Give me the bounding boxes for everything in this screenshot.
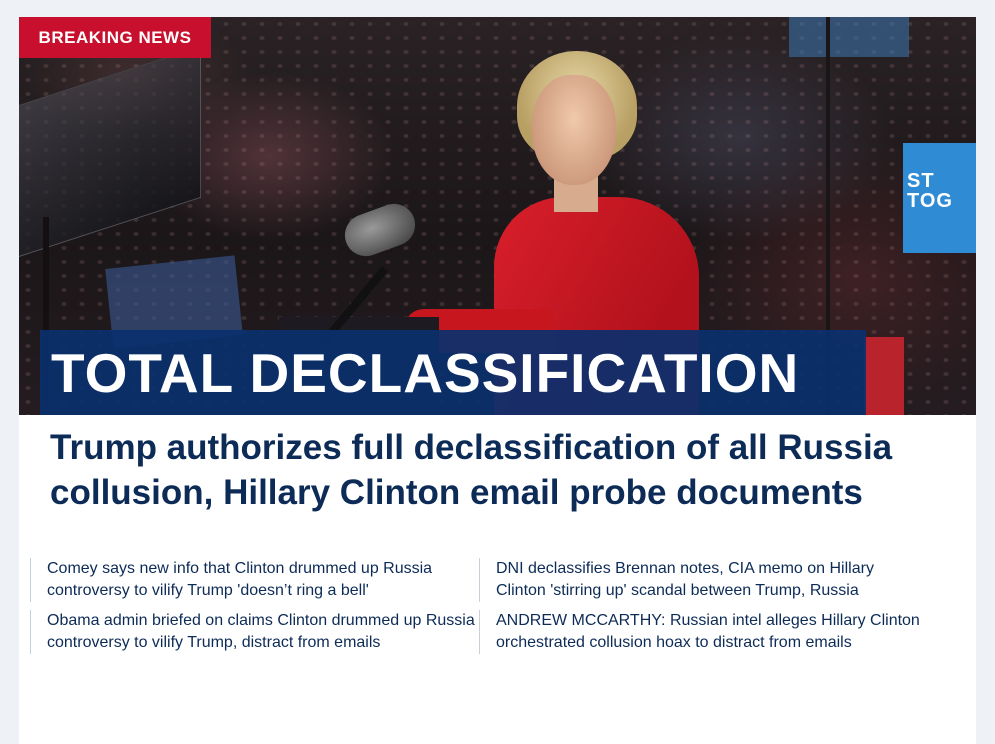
hero-banner-title[interactable]: TOTAL DECLASSIFICATION [40,330,866,415]
rally-sign [789,17,909,57]
related-link[interactable]: DNI declassifies Brennan notes, CIA memo… [479,558,928,602]
sign-text: ST TOG [907,170,953,212]
rally-sign [864,337,904,415]
related-link[interactable]: Obama admin briefed on claims Clinton dr… [30,610,479,654]
speaker-face [532,75,616,185]
related-link[interactable]: Comey says new info that Clinton drummed… [30,558,479,602]
related-links: Comey says new info that Clinton drummed… [30,558,930,654]
related-link[interactable]: ANDREW MCCARTHY: Russian intel alleges H… [479,610,928,654]
breaking-news-badge: BREAKING NEWS [19,17,211,58]
article-headline[interactable]: Trump authorizes full declassification o… [50,425,930,515]
hero-image[interactable]: ST TOG BREAKING NEWS TOTAL DECLASSIFICAT… [19,17,976,415]
